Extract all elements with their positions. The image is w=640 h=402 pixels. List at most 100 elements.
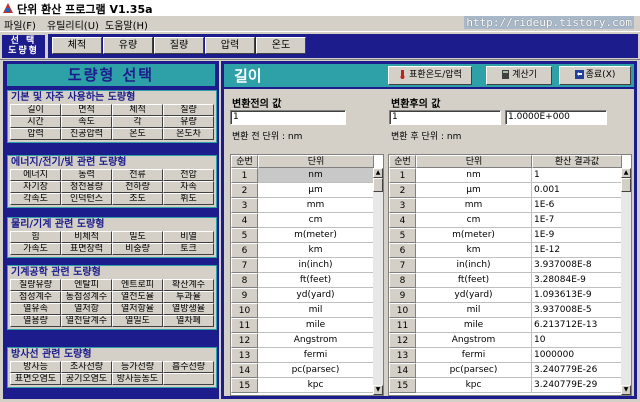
category-button[interactable]: 가속도 [10,243,61,255]
category-button[interactable]: 길이 [10,104,61,116]
category-button[interactable]: 에너지 [10,169,61,181]
category-button[interactable]: 시간 [10,116,61,128]
table-row[interactable]: 3 mm 1E-6 [389,198,622,213]
scroll-thumb[interactable] [621,178,631,192]
menu-file[interactable]: 파일(F) [4,17,36,32]
category-button[interactable]: 밀도 [112,231,163,243]
category-button[interactable]: 압력 [10,128,61,140]
category-button[interactable]: 전하량 [112,181,163,193]
category-button[interactable]: 엔트로피 [112,279,163,291]
table-row[interactable]: 4 cm [231,213,374,228]
source-unit-table[interactable]: 순번 단위 1 nm 2 μm 3 mm 4 cm 5 m(meter) 6 km 7 in(… [230,154,384,396]
table-row[interactable]: 10 mil 3.937008E-5 [389,303,622,318]
table-row[interactable]: 4 cm 1E-7 [389,213,622,228]
category-button[interactable]: 온도 [112,128,163,140]
scroll-down-arrow[interactable]: ▼ [373,385,383,395]
table-row[interactable]: 13 fermi 1000000 [389,348,622,363]
category-button[interactable]: 질량 [163,104,214,116]
result-table[interactable]: 순번 단위 환산 결과값 1 nm 1 2 μm 0.001 3 mm 1E-6 4 cm 1E… [388,154,632,396]
category-button[interactable]: 열밀도 [112,315,163,327]
table-row[interactable]: 3 mm [231,198,374,213]
scroll-up-arrow[interactable]: ▲ [373,168,383,178]
quick-tab-temperature[interactable]: 온도 [256,37,306,54]
category-button[interactable]: 조사선량 [61,361,112,373]
category-button[interactable]: 전류 [112,169,163,181]
menu-help[interactable]: 도움말(H) [105,17,148,32]
category-button[interactable]: 질량유량 [10,279,61,291]
table-row[interactable]: 13 fermi [231,348,374,363]
table-row[interactable]: 8 ft(feet) 3.28084E-9 [389,273,622,288]
category-button[interactable]: 열용량 [10,315,61,327]
table-row[interactable]: 14 pc(parsec) [231,363,374,378]
category-button[interactable]: 체적 [112,104,163,116]
category-button[interactable]: 토크 [163,243,214,255]
table-row[interactable]: 7 in(inch) [231,258,374,273]
source-table-scrollbar[interactable]: ▲ ▼ [373,168,383,395]
scroll-down-arrow[interactable]: ▼ [621,385,631,395]
table-row[interactable]: 6 km 1E-12 [389,243,622,258]
quick-tab-mass[interactable]: 질량 [154,37,204,54]
category-button[interactable]: 비열 [163,231,214,243]
category-button[interactable]: 열유속 [10,303,61,315]
table-row[interactable]: 5 m(meter) [231,228,374,243]
table-row[interactable]: 2 μm [231,183,374,198]
table-row[interactable]: 15 kpc 3.240779E-29 [389,378,622,393]
category-button[interactable]: 각 [112,116,163,128]
category-button[interactable]: 조도 [112,193,163,205]
category-button[interactable]: 방사능농도 [112,373,163,385]
category-button[interactable]: 진공압력 [61,128,112,140]
scroll-up-arrow[interactable]: ▲ [621,168,631,178]
category-button[interactable]: 휘도 [163,193,214,205]
exit-button[interactable]: 종료(X) [559,66,631,85]
table-row[interactable]: 9 yd(yard) [231,288,374,303]
table-row[interactable]: 1 nm 1 [389,168,622,183]
category-button[interactable]: 인덕턴스 [61,193,112,205]
category-button[interactable]: 유량 [163,116,214,128]
category-button[interactable]: 방사능 [10,361,61,373]
quick-tab-volume[interactable]: 체적 [52,37,102,54]
category-button[interactable]: 자기장 [10,181,61,193]
category-button[interactable]: 각속도 [10,193,61,205]
category-button[interactable]: 힘 [10,231,61,243]
category-button[interactable]: 등가선량 [112,361,163,373]
table-row[interactable]: 1 nm [231,168,374,183]
table-row[interactable]: 15 kpc [231,378,374,393]
table-row[interactable]: 11 mile 6.213712E-13 [389,318,622,333]
category-button[interactable]: 비체적 [61,231,112,243]
category-button[interactable]: 온도차 [163,128,214,140]
menu-utility[interactable]: 유틸리티(U) [47,17,99,32]
table-row[interactable]: 2 μm 0.001 [389,183,622,198]
standard-temp-pressure-button[interactable]: 표환온도/압력 [388,66,472,85]
quick-tab-flow[interactable]: 유량 [103,37,153,54]
table-row[interactable]: 12 Angstrom 10 [389,333,622,348]
quick-tab-pressure[interactable]: 압력 [205,37,255,54]
category-button[interactable]: 열저항율 [112,303,163,315]
category-button[interactable]: 전압 [163,169,214,181]
category-button[interactable]: 자속 [163,181,214,193]
category-button[interactable]: 열전도율 [112,291,163,303]
title-bar[interactable]: 단위 환산 프로그램 V1.35a [0,0,640,16]
table-row[interactable]: 9 yd(yard) 1.093613E-9 [389,288,622,303]
before-value-input[interactable]: 1 [230,110,346,125]
category-button[interactable]: 점성계수 [10,291,61,303]
category-button[interactable]: 동점성계수 [61,291,112,303]
category-button[interactable]: 정전용량 [61,181,112,193]
category-button[interactable]: 동력 [61,169,112,181]
category-button[interactable]: 엔탈피 [61,279,112,291]
category-button[interactable]: 면적 [61,104,112,116]
table-row[interactable]: 11 mile [231,318,374,333]
table-row[interactable]: 8 ft(feet) [231,273,374,288]
category-button[interactable]: 속도 [61,116,112,128]
category-button[interactable]: 공기오염도 [61,373,112,385]
table-row[interactable]: 10 mil [231,303,374,318]
category-button[interactable]: 열차폐 [163,315,214,327]
category-button[interactable]: 열저항 [61,303,112,315]
category-button[interactable]: 비중량 [112,243,163,255]
scroll-thumb[interactable] [373,178,383,192]
table-row[interactable]: 6 km [231,243,374,258]
category-button[interactable]: 투과율 [163,291,214,303]
table-row[interactable]: 12 Angstrom [231,333,374,348]
result-table-scrollbar[interactable]: ▲ ▼ [621,168,631,395]
category-button[interactable]: 열방생율 [163,303,214,315]
table-row[interactable]: 7 in(inch) 3.937008E-8 [389,258,622,273]
